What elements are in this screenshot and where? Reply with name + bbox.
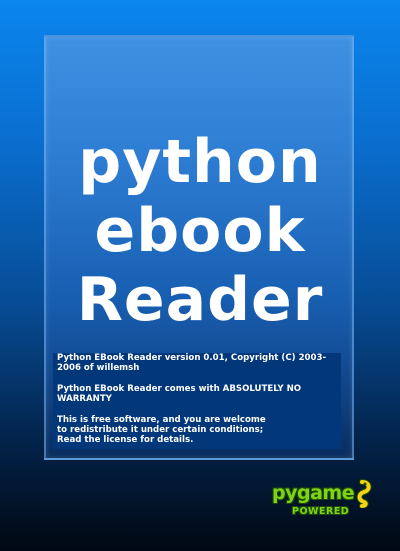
license-line-3: Read the license for details. — [57, 435, 194, 446]
snake-icon — [356, 479, 372, 508]
copyright-text: Python EBook Reader version 0.01, Copyri… — [57, 353, 327, 374]
license-line-1: This is free software, and you are welco… — [57, 414, 266, 425]
pygame-powered-logo: pygame POWERED — [272, 478, 376, 524]
license-info-box: Python EBook Reader version 0.01, Copyri… — [53, 353, 341, 449]
license-line-2: to redistribute it under certain conditi… — [57, 425, 264, 436]
title-line-ebook: ebook — [94, 196, 306, 266]
license-text: This is free software, and you are welco… — [57, 415, 337, 446]
title-line-python: python — [78, 127, 322, 197]
pygame-logo-powered: POWERED — [292, 506, 350, 517]
app-title: python ebook Reader — [0, 128, 400, 335]
pygame-logo-word: pygame — [272, 482, 355, 504]
warranty-text: Python EBook Reader comes with ABSOLUTEL… — [57, 383, 302, 405]
title-line-reader: Reader — [76, 265, 324, 335]
